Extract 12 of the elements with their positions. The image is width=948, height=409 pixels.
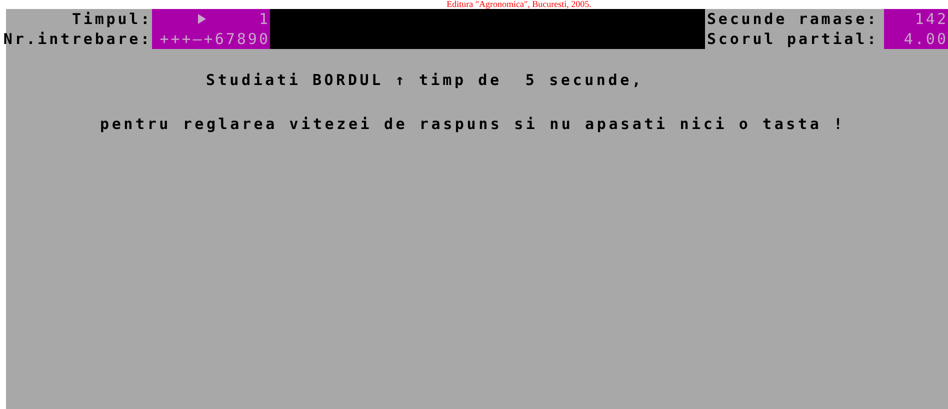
value-field: 142 <box>884 9 948 29</box>
triangle-icon <box>198 14 206 24</box>
message-text: Studiati BORDUL ↑ timp de 5 secunde, <box>205 71 645 89</box>
field-label: Nr.intrebare: <box>2 29 152 49</box>
caption: Editura "Agronomica", Bucuresti, 2005. <box>446 0 592 9</box>
value-field: +++—+67890 <box>152 29 270 49</box>
field-label: Scorul partial: <box>706 29 880 49</box>
field-label: Secunde ramase: <box>706 9 880 29</box>
value-field: 1 <box>152 9 270 29</box>
field-label: Timpul: <box>70 9 152 29</box>
value-field: 4.00 <box>884 29 948 49</box>
message-text: pentru reglarea vitezei de raspuns si nu apasati nici o tasta ! <box>99 115 846 133</box>
